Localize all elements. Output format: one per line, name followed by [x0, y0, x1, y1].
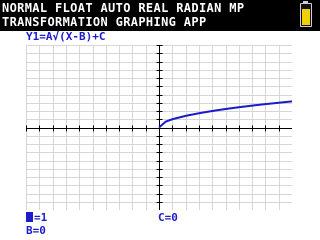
status-bar: NORMAL FLOAT AUTO REAL RADIAN MP TRANSFO…	[0, 0, 320, 31]
equation-label: Y1=A√(X-B)+C	[26, 30, 106, 43]
param-a-value: =1	[34, 211, 48, 224]
param-cursor	[26, 212, 33, 222]
battery-icon	[300, 3, 312, 27]
app-title: TRANSFORMATION GRAPHING APP	[2, 15, 207, 29]
mode-status-line: NORMAL FLOAT AUTO REAL RADIAN MP	[2, 1, 245, 15]
param-a[interactable]: A=1	[26, 212, 47, 224]
param-c[interactable]: C=0	[158, 212, 178, 224]
graph-window[interactable]	[26, 45, 292, 210]
function-curve	[158, 100, 292, 129]
battery-level	[302, 9, 310, 25]
param-b[interactable]: B=0	[26, 225, 46, 237]
